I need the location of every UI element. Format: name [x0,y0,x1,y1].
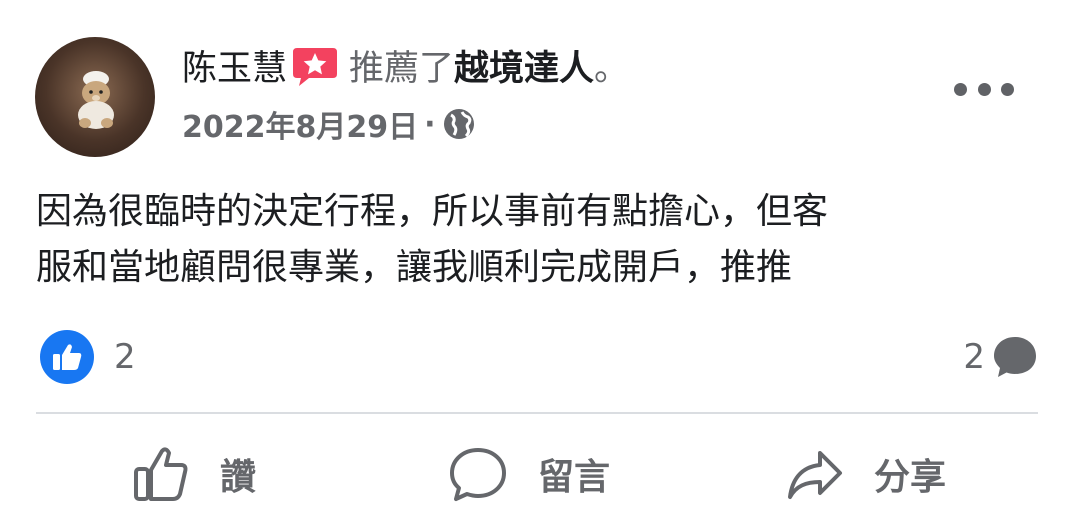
period: 。 [594,48,630,89]
star-recommendation-icon [293,48,338,86]
post-card: 陈玉慧 推薦了 越境達人 。 2022年8月29日 · 因為很臨時的決定行程，所… [0,0,1073,532]
globe-icon[interactable] [442,107,476,141]
teddy-bear-image [78,71,114,129]
thumbs-up-icon [134,447,188,501]
comment-icon [450,448,506,501]
recommend-verb: 推薦了 [349,48,455,89]
post-header-line: 陈玉慧 推薦了 越境達人 。 [182,40,629,90]
poster-name[interactable]: 陈玉慧 [182,40,287,91]
comments-summary[interactable]: 2 [963,330,1039,384]
more-dot-icon [954,82,967,96]
share-label: 分享 [874,457,947,498]
more-options-button[interactable] [954,72,1014,106]
share-button[interactable]: 分享 [786,440,946,508]
like-button[interactable]: 讚 [132,440,256,508]
comment-count: 2 [963,337,985,377]
comment-label: 留言 [538,457,611,498]
more-dot-icon [1001,82,1014,96]
reactions-summary[interactable]: 2 [40,330,136,384]
like-icon [40,330,94,384]
divider [36,412,1038,414]
post-body-text: 因為很臨時的決定行程，所以事前有點擔心，但客 服和當地顧問很專業，讓我順利完成開… [36,191,829,288]
post-meta: 2022年8月29日 · [182,102,476,146]
reaction-count: 2 [114,337,136,377]
post-date[interactable]: 2022年8月29日 [182,102,418,146]
avatar[interactable] [35,37,155,157]
like-label: 讚 [220,457,257,498]
more-dot-icon [977,82,991,96]
meta-separator: · [424,106,436,142]
share-icon [788,451,842,499]
page-name-link[interactable]: 越境達人 [454,40,594,91]
comment-button[interactable]: 留言 [448,440,610,508]
comment-bubble-icon [994,337,1036,377]
